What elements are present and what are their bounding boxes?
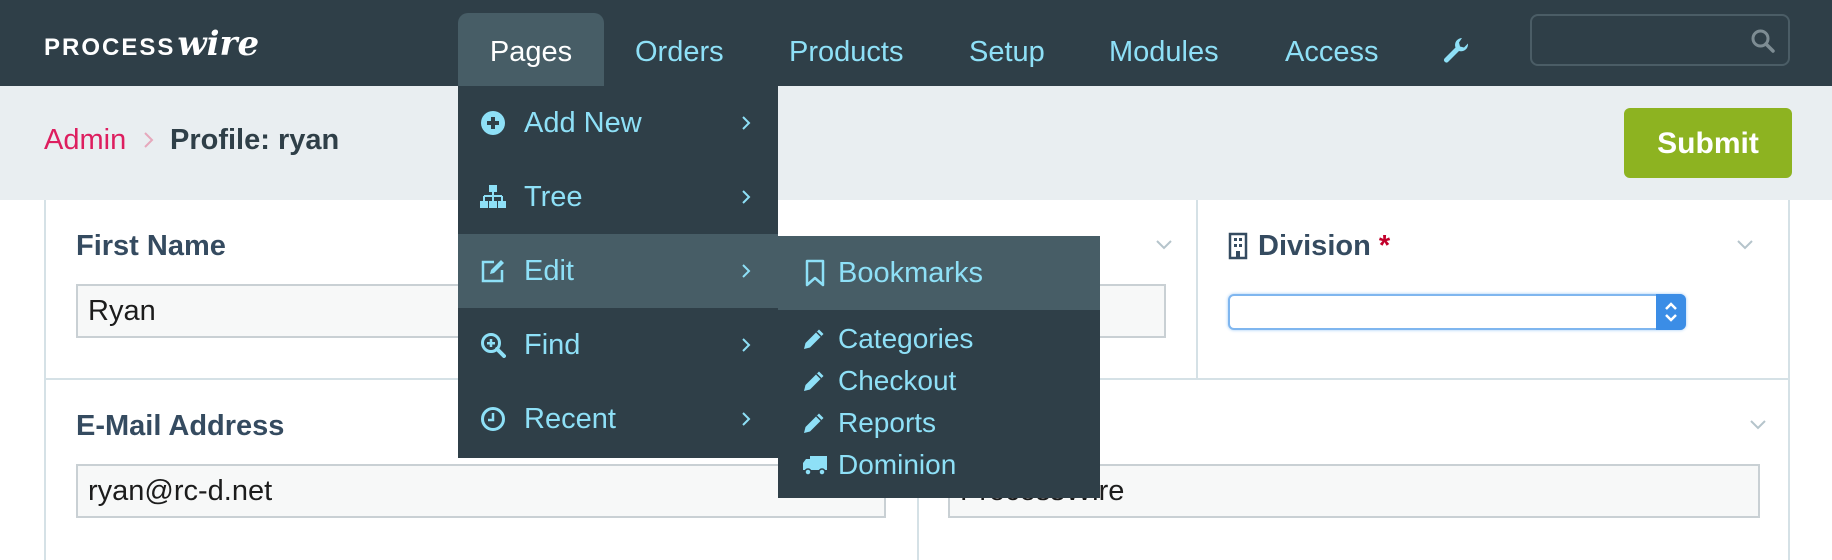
menu-item-label: Tree <box>524 181 583 213</box>
building-icon <box>1228 232 1248 260</box>
plus-circle-icon <box>481 111 505 135</box>
collapse-chevron-icon[interactable] <box>1155 238 1173 250</box>
chevron-right-icon <box>144 132 154 148</box>
chevron-right-icon <box>742 412 751 426</box>
page-header: Admin Profile: ryan Submit <box>0 86 1832 200</box>
chevron-right-icon <box>742 338 751 352</box>
menu-item-label: Find <box>524 329 581 361</box>
submenu-item-label: Dominion <box>838 449 957 480</box>
edit-submenu: Bookmarks Categories Checkout Reports Do… <box>778 236 1100 498</box>
page-title: Profile: ryan <box>170 124 340 156</box>
menu-item-find[interactable]: Find <box>458 308 778 382</box>
submenu-item-checkout[interactable]: Checkout <box>778 360 1100 402</box>
nav-item-access[interactable]: Access <box>1285 0 1378 86</box>
division-select[interactable] <box>1228 294 1686 330</box>
submenu-item-label: Bookmarks <box>838 257 984 289</box>
nav-item-pages[interactable]: Pages <box>458 13 604 86</box>
nav-item-setup[interactable]: Setup <box>969 0 1045 86</box>
sitemap-icon <box>480 185 506 208</box>
division-label-text: Division <box>1258 230 1371 262</box>
nav-item-modules[interactable]: Modules <box>1109 0 1219 86</box>
pencil-icon <box>804 329 824 349</box>
menu-item-label: Recent <box>524 403 616 435</box>
nav-item-orders[interactable]: Orders <box>635 0 724 86</box>
division-label: Division * <box>1258 230 1390 263</box>
clock-icon <box>481 407 505 431</box>
processwire-logo[interactable]: PROCESS wire <box>44 22 259 62</box>
select-arrows-icon[interactable] <box>1656 294 1686 330</box>
email-field[interactable]: ryan@rc-d.net <box>76 464 886 518</box>
form-column-divider <box>1196 200 1198 378</box>
logo-suffix: wire <box>177 24 260 64</box>
nav-item-products[interactable]: Products <box>789 0 903 86</box>
submenu-item-bookmarks[interactable]: Bookmarks <box>778 236 1100 310</box>
logo-prefix: PROCESS <box>44 34 176 61</box>
edit-icon <box>481 260 504 283</box>
collapse-chevron-icon[interactable] <box>1749 418 1767 430</box>
submit-button[interactable]: Submit <box>1624 108 1792 178</box>
chevron-right-icon <box>742 190 751 204</box>
submenu-item-categories[interactable]: Categories <box>778 318 1100 360</box>
pages-dropdown-menu: Add New Tree Edit Find Recent <box>458 86 778 458</box>
first-name-label: First Name <box>76 230 226 262</box>
wrench-icon[interactable] <box>1442 36 1470 64</box>
menu-item-tree[interactable]: Tree <box>458 160 778 234</box>
submenu-item-reports[interactable]: Reports <box>778 402 1100 444</box>
search-icon[interactable] <box>1750 28 1776 54</box>
bookmark-icon <box>805 259 825 287</box>
chevron-right-icon <box>742 116 751 130</box>
submenu-item-label: Categories <box>838 323 974 354</box>
chevron-right-icon <box>742 264 751 278</box>
pencil-icon <box>804 413 824 433</box>
menu-item-add-new[interactable]: Add New <box>458 86 778 160</box>
truck-icon <box>803 456 827 476</box>
search-plus-icon <box>481 333 506 358</box>
email-label: E-Mail Address <box>76 410 285 442</box>
breadcrumb-admin[interactable]: Admin <box>44 124 126 157</box>
menu-item-label: Add New <box>524 107 642 139</box>
required-mark: * <box>1378 230 1391 262</box>
submenu-item-dominion[interactable]: Dominion <box>778 444 1100 486</box>
top-navigation-bar: PROCESS wire Pages Orders Products Setup … <box>0 0 1832 86</box>
submenu-item-label: Checkout <box>838 365 957 396</box>
menu-item-recent[interactable]: Recent <box>458 382 778 456</box>
menu-item-label: Edit <box>524 255 574 287</box>
collapse-chevron-icon[interactable] <box>1736 238 1754 250</box>
pencil-icon <box>804 371 824 391</box>
menu-item-edit[interactable]: Edit <box>458 234 778 308</box>
search-input[interactable] <box>1530 14 1790 66</box>
submenu-item-label: Reports <box>838 407 937 438</box>
